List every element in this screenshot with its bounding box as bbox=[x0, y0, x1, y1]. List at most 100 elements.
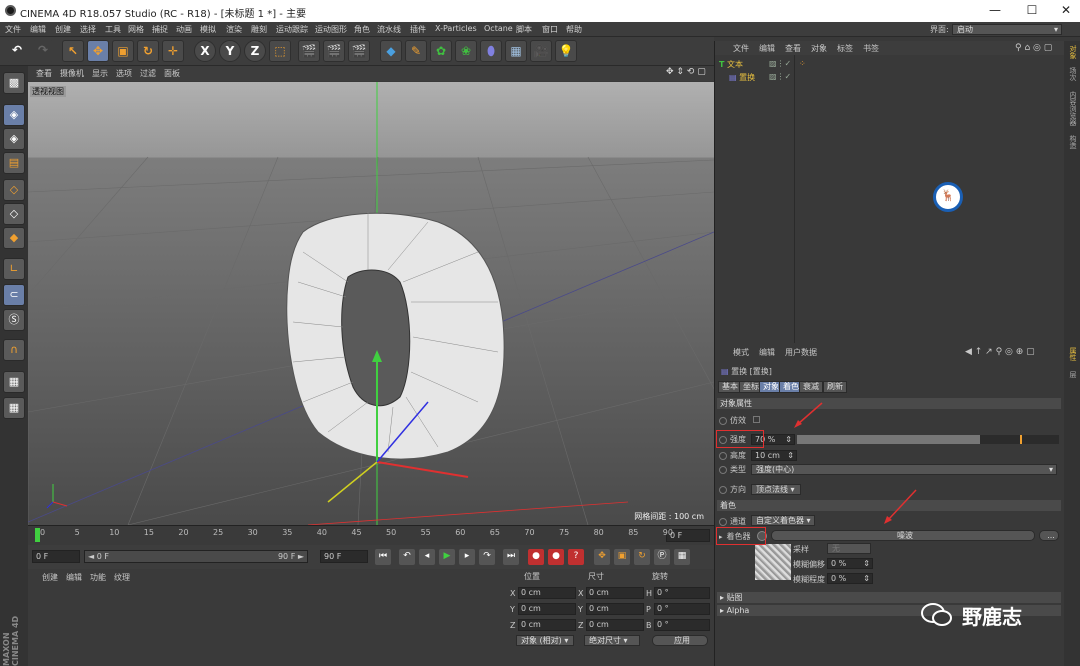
menu-item[interactable]: 角色 bbox=[354, 22, 370, 35]
snap-icon[interactable]: Ⓢ bbox=[3, 309, 25, 331]
recent-tool-icon[interactable]: ✛ bbox=[162, 40, 184, 62]
attribute-menu-item[interactable]: 用户数据 bbox=[785, 347, 817, 358]
attribute-tab[interactable]: 衰减 bbox=[799, 381, 823, 393]
range-slider[interactable]: ◄ 0 F 90 F ► bbox=[84, 550, 308, 563]
rotation-field[interactable]: 0 ° bbox=[654, 587, 710, 599]
subdivision-icon[interactable]: ✿ bbox=[430, 40, 452, 62]
model-mode-icon[interactable]: ◈ bbox=[3, 104, 25, 126]
z-axis-lock-button[interactable]: Z bbox=[244, 40, 266, 62]
render-picture-viewer-icon[interactable]: 🎬 bbox=[323, 40, 345, 62]
material-menu-item[interactable]: 编辑 bbox=[66, 572, 82, 583]
menu-item[interactable]: 工具 bbox=[105, 22, 121, 35]
rotate-icon[interactable]: ↻ bbox=[137, 40, 159, 62]
key-rotation-icon[interactable]: ↻ bbox=[634, 549, 650, 565]
texture-mode-icon[interactable]: ◈ bbox=[3, 128, 25, 150]
timeline-ruler[interactable]: 0 F 0 5 10 15 20 25 30 35 40 45 50 55 60 65 70 75 80 85 90 bbox=[28, 525, 714, 545]
menu-item[interactable]: 运动图形 bbox=[315, 22, 347, 35]
apply-button[interactable]: 应用 bbox=[652, 635, 708, 646]
object-menu-item[interactable]: 查看 bbox=[785, 41, 801, 54]
go-to-end-icon[interactable]: ⏭ bbox=[503, 549, 519, 565]
previous-frame-icon[interactable]: ◂ bbox=[419, 549, 435, 565]
render-settings-icon[interactable]: 🎬 bbox=[348, 40, 370, 62]
size-field[interactable]: 0 cm bbox=[586, 587, 644, 599]
object-manager-tools-icons[interactable]: ⚲ ⌂ ◎ ▢ bbox=[1015, 43, 1052, 53]
imitate-checkbox[interactable] bbox=[752, 416, 760, 423]
tag-icon[interactable]: ⁘ bbox=[799, 59, 806, 68]
layout-select[interactable]: 启动 ▾ bbox=[952, 24, 1062, 35]
blur-offset-field[interactable]: 0 % ⇕ bbox=[827, 558, 873, 569]
tab-objects[interactable]: 对象 bbox=[1066, 45, 1078, 59]
undo-icon[interactable]: ↶ bbox=[6, 40, 28, 62]
visibility-toggle-icon[interactable]: ▨⋮✓ bbox=[769, 59, 791, 68]
viewport-nav-icons[interactable]: ✥ ⇕ ⟲ ▢ bbox=[666, 67, 706, 77]
channel-radio[interactable] bbox=[719, 517, 727, 526]
coordinate-mode-select[interactable]: 对象 (相对) ▾ bbox=[516, 635, 574, 646]
blur-scale-field[interactable]: 0 % ⇕ bbox=[827, 573, 873, 584]
tab-takes[interactable]: 场次 bbox=[1066, 67, 1078, 81]
material-menu-item[interactable]: 创建 bbox=[42, 572, 58, 583]
attribute-menu-item[interactable]: 编辑 bbox=[759, 347, 775, 358]
perspective-viewport[interactable]: 透视视图 网格间距: 100 cm bbox=[28, 82, 714, 525]
object-row-displace[interactable]: ▤ 置换 ▨⋮✓ bbox=[729, 72, 791, 83]
viewport-menu-item[interactable]: 摄像机 bbox=[60, 66, 84, 79]
attribute-tab[interactable]: 刷新 bbox=[823, 381, 847, 393]
close-button[interactable]: ✕ bbox=[1052, 3, 1080, 19]
viewport-menu-item[interactable]: 选项 bbox=[116, 66, 132, 79]
end-frame-field[interactable]: 90 F bbox=[320, 550, 368, 563]
sampling-select[interactable]: 无 bbox=[827, 543, 871, 554]
minimize-button[interactable]: — bbox=[981, 3, 1009, 19]
keyframe-selection-icon[interactable]: ? bbox=[568, 549, 584, 565]
key-pla-icon[interactable]: ▦ bbox=[674, 549, 690, 565]
deformer-icon[interactable]: ⬮ bbox=[480, 40, 502, 62]
menu-item[interactable]: 创建 bbox=[55, 22, 71, 35]
edges-mode-icon[interactable]: ◇ bbox=[3, 203, 25, 225]
position-field[interactable]: 0 cm bbox=[518, 603, 576, 615]
size-field[interactable]: 0 cm bbox=[586, 619, 644, 631]
tab-content-browser[interactable]: 内容浏览器 bbox=[1066, 91, 1078, 126]
imitate-radio[interactable] bbox=[719, 416, 727, 425]
type-radio[interactable] bbox=[719, 465, 727, 474]
previous-key-icon[interactable]: ↶ bbox=[399, 549, 415, 565]
polygons-mode-icon[interactable]: ◆ bbox=[3, 227, 25, 249]
material-menu-item[interactable]: 功能 bbox=[90, 572, 106, 583]
menu-item[interactable]: X-Particles bbox=[435, 22, 477, 33]
array-icon[interactable]: ❀ bbox=[455, 40, 477, 62]
cube-icon[interactable]: ◆ bbox=[380, 40, 402, 62]
menu-item[interactable]: 脚本 bbox=[516, 22, 532, 35]
direction-radio[interactable] bbox=[719, 485, 727, 494]
visibility-toggle-icon[interactable]: ▨⋮✓ bbox=[769, 72, 791, 81]
viewport-menu-item[interactable]: 过滤 bbox=[140, 66, 156, 79]
menu-item[interactable]: 插件 bbox=[410, 22, 426, 35]
object-menu-item[interactable]: 标签 bbox=[837, 41, 853, 54]
menu-item[interactable]: 帮助 bbox=[566, 22, 582, 35]
camera-icon[interactable]: 🎥 bbox=[530, 40, 552, 62]
attribute-menu-item[interactable]: 模式 bbox=[733, 347, 749, 358]
coordinate-system-icon[interactable]: ⬚ bbox=[269, 40, 291, 62]
object-menu-item[interactable]: 文件 bbox=[733, 41, 749, 54]
object-menu-item[interactable]: 编辑 bbox=[759, 41, 775, 54]
live-select-icon[interactable]: ↖ bbox=[62, 40, 84, 62]
rotation-field[interactable]: 0 ° bbox=[654, 603, 710, 615]
shader-button[interactable]: 噪波 bbox=[771, 530, 1035, 541]
menu-item[interactable]: 运动跟踪 bbox=[276, 22, 308, 35]
viewport-menu-item[interactable]: 显示 bbox=[92, 66, 108, 79]
maximize-button[interactable]: ☐ bbox=[1018, 3, 1046, 19]
make-editable-icon[interactable]: ▩ bbox=[3, 72, 25, 94]
object-menu-item[interactable]: 书签 bbox=[863, 41, 879, 54]
viewport-menu-item[interactable]: 面板 bbox=[164, 66, 180, 79]
key-parameter-icon[interactable]: Ⓟ bbox=[654, 549, 670, 565]
material-menu-item[interactable]: 纹理 bbox=[114, 572, 130, 583]
viewport-menu-item[interactable]: 查看 bbox=[36, 66, 52, 79]
light-icon[interactable]: 💡 bbox=[555, 40, 577, 62]
height-radio[interactable] bbox=[719, 451, 727, 460]
points-mode-icon[interactable]: ◇ bbox=[3, 179, 25, 201]
next-key-icon[interactable]: ↷ bbox=[479, 549, 495, 565]
render-view-icon[interactable]: 🎬 bbox=[298, 40, 320, 62]
tab-attributes[interactable]: 属性 bbox=[1066, 347, 1078, 361]
tweak-mode-icon[interactable]: ⊂ bbox=[3, 284, 25, 306]
rotation-field[interactable]: 0 ° bbox=[654, 619, 710, 631]
menu-item[interactable]: 渲染 bbox=[226, 22, 242, 35]
pen-spline-icon[interactable]: ✎ bbox=[405, 40, 427, 62]
menu-item[interactable]: 文件 bbox=[5, 22, 21, 35]
position-field[interactable]: 0 cm bbox=[518, 619, 576, 631]
